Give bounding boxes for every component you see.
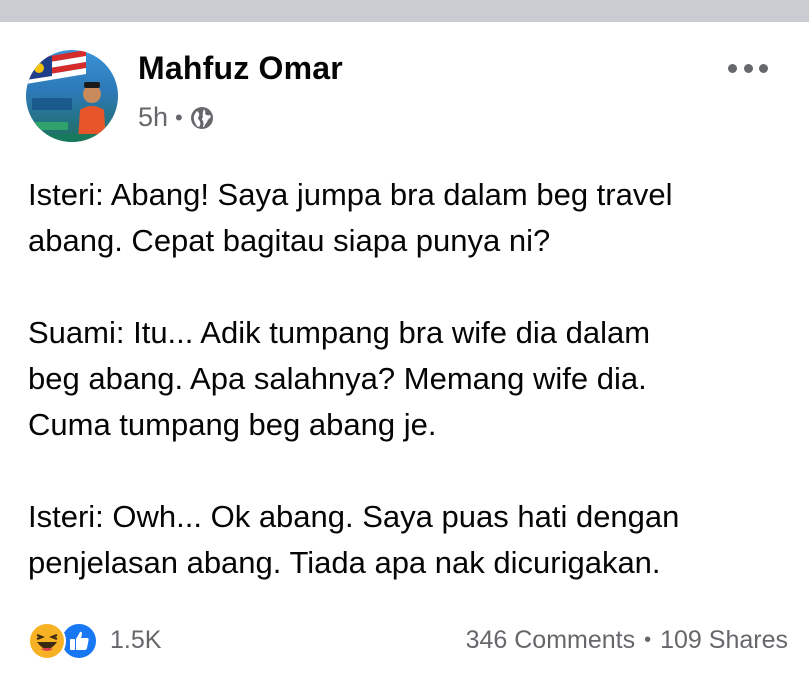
- top-bar: [0, 0, 809, 22]
- shares-count-link[interactable]: 109 Shares: [660, 626, 788, 655]
- post-meta: 5h •: [138, 102, 214, 133]
- reactions-summary[interactable]: 1.5K: [28, 620, 161, 660]
- post-paragraph: Isteri: Abang! Saya jumpa bra dalam beg …: [28, 177, 673, 258]
- reaction-icons: [28, 620, 100, 660]
- meta-separator: •: [175, 104, 183, 130]
- more-options-icon[interactable]: [728, 58, 768, 78]
- avatar[interactable]: [26, 50, 118, 142]
- avatar-image: [26, 50, 118, 142]
- author-name[interactable]: Mahfuz Omar: [138, 50, 343, 87]
- post-paragraph: Isteri: Owh... Ok abang. Saya puas hati …: [28, 499, 680, 580]
- comments-count-link[interactable]: 346 Comments: [466, 626, 636, 655]
- post-card: Mahfuz Omar 5h • Isteri: Abang! Saya jum…: [0, 22, 809, 674]
- post-footer: 1.5K 346 Comments • 109 Shares: [28, 618, 788, 662]
- globe-icon[interactable]: [190, 106, 214, 130]
- stats-separator: •: [644, 628, 652, 651]
- haha-icon: [28, 622, 66, 660]
- post-paragraph: Suami: Itu... Adik tumpang bra wife dia …: [28, 315, 651, 442]
- post-text: Isteri: Abang! Saya jumpa bra dalam beg …: [28, 172, 798, 586]
- post-timestamp[interactable]: 5h: [138, 102, 168, 133]
- reaction-count: 1.5K: [110, 625, 162, 654]
- post-stats: 346 Comments • 109 Shares: [466, 626, 788, 655]
